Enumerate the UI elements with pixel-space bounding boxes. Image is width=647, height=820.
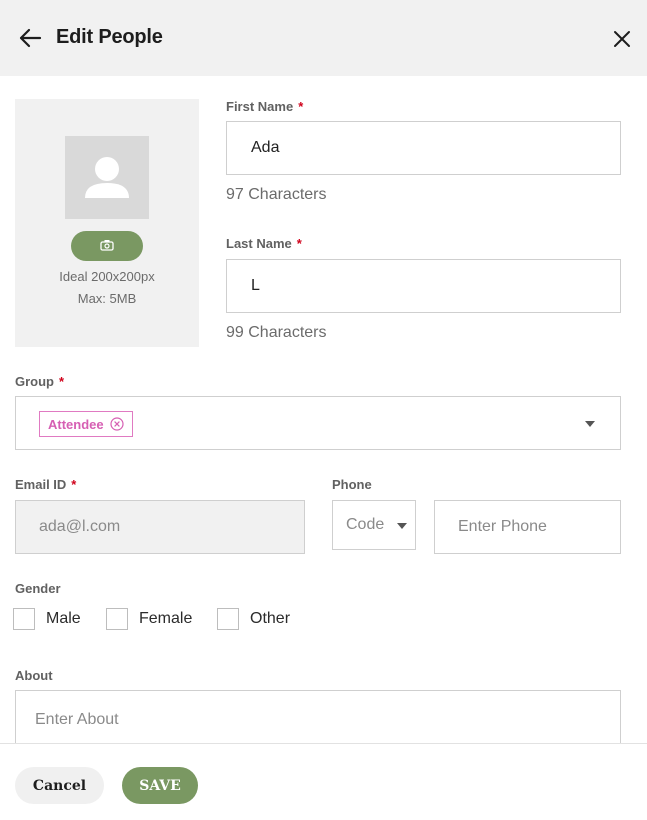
email-label: Email ID * [15,477,77,492]
avatar-placeholder [65,136,149,219]
remove-chip-icon[interactable] [110,417,124,431]
required-marker: * [71,477,77,492]
country-code-select[interactable]: Code [332,500,416,550]
dialog-header: Edit People [0,0,647,76]
footer-divider [0,743,647,744]
cancel-button[interactable]: Cancel [15,767,104,804]
photo-upload-panel: Ideal 200x200px Max: 5MB [15,99,199,347]
chevron-down-icon [397,523,407,529]
first-name-label: First Name * [226,99,304,114]
required-marker: * [59,374,65,389]
user-silhouette-icon [85,157,129,198]
gender-option-male[interactable]: Male [13,608,81,630]
group-label: Group * [15,374,65,389]
last-name-char-count: 99 Characters [226,324,327,341]
photo-max-hint: Max: 5MB [77,291,137,306]
upload-photo-button[interactable] [71,231,143,261]
female-checkbox[interactable] [106,608,128,630]
last-name-label: Last Name * [226,236,302,251]
about-textarea[interactable]: Enter About [15,690,621,744]
first-name-input[interactable]: Ada [226,121,621,175]
group-chip-attendee[interactable]: Attendee [39,411,133,437]
required-marker: * [296,236,302,251]
arrow-left-icon[interactable] [18,27,42,49]
gender-option-other[interactable]: Other [217,608,290,630]
about-label: About [15,668,53,683]
male-checkbox[interactable] [13,608,35,630]
gender-option-female[interactable]: Female [106,608,192,630]
other-checkbox[interactable] [217,608,239,630]
chevron-down-icon[interactable] [585,421,595,427]
phone-label: Phone [332,477,372,492]
gender-label: Gender [15,581,61,596]
last-name-input[interactable]: L [226,259,621,313]
camera-icon [100,240,114,251]
close-icon[interactable] [611,28,633,50]
first-name-char-count: 97 Characters [226,186,327,203]
email-field[interactable]: ada@l.com [15,500,305,554]
group-select[interactable]: Attendee [15,396,621,450]
required-marker: * [298,99,304,114]
page-title: Edit People [56,26,163,48]
save-button[interactable]: SAVE [122,767,198,804]
phone-input[interactable]: Enter Phone [434,500,621,554]
photo-size-hint: Ideal 200x200px [59,269,155,284]
